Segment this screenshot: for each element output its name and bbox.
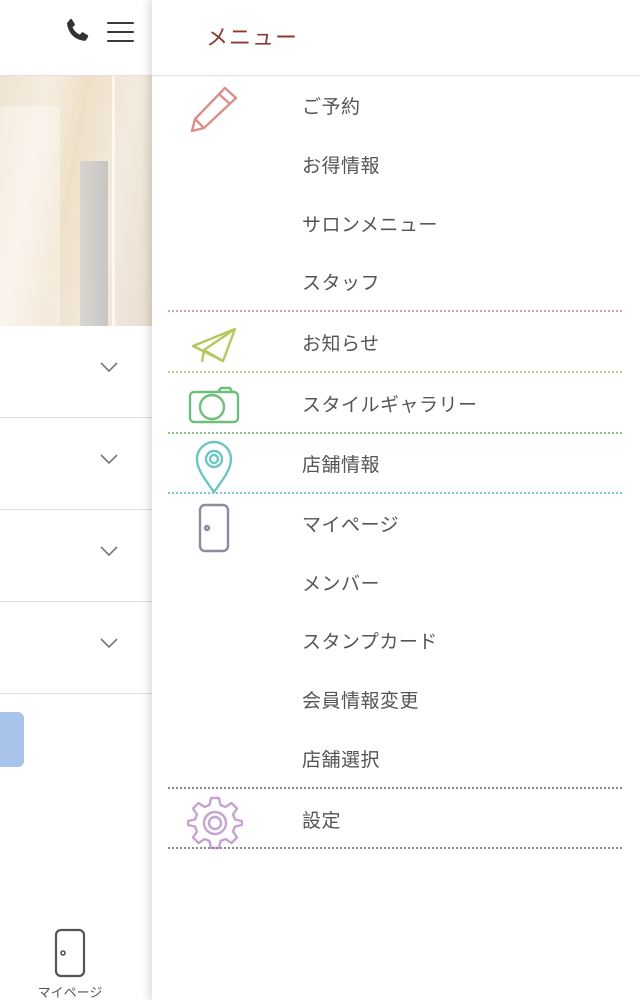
menu-item-label: メンバー xyxy=(302,573,381,595)
chevron-down-icon xyxy=(100,546,118,557)
menu-item-label: マイページ xyxy=(302,514,400,536)
chevron-down-icon xyxy=(100,454,118,465)
menu-item-style-gallery[interactable]: スタイルギャラリー xyxy=(152,380,640,424)
menu-item-label: サロンメニュー xyxy=(302,214,438,236)
divider xyxy=(168,492,622,494)
menu-item-salon-menu[interactable]: サロンメニュー xyxy=(152,200,640,244)
bottom-nav-mypage[interactable]: マイページ xyxy=(20,928,120,1000)
menu-item-member-info-change[interactable]: 会員情報変更 xyxy=(152,676,640,720)
accordion-row[interactable] xyxy=(0,326,152,418)
accordion-row[interactable] xyxy=(0,510,152,602)
bottom-nav-mypage-label: マイページ xyxy=(37,986,103,1000)
menu-item-label: お知らせ xyxy=(302,333,380,355)
menu-item-deals[interactable]: お得情報 xyxy=(152,141,640,185)
menu-item-label: 店舗選択 xyxy=(302,749,381,771)
action-button[interactable] xyxy=(0,712,24,767)
drawer-header: メニュー xyxy=(152,0,640,76)
menu-item-store-select[interactable]: 店舗選択 xyxy=(152,735,640,779)
chevron-down-icon xyxy=(100,362,118,373)
menu-item-label: スタンプカード xyxy=(302,631,438,653)
menu-item-label: 会員情報変更 xyxy=(302,690,420,712)
accordion-row[interactable] xyxy=(0,602,152,694)
hamburger-menu-icon[interactable] xyxy=(107,22,134,44)
side-menu-drawer: メニュー ご予約 お得情報 サロンメニュー スタッフ お知らせ スタイルギャラリ… xyxy=(152,0,640,1000)
menu-item-store-info[interactable]: 店舗情報 xyxy=(152,440,640,484)
menu-item-label: スタイルギャラリー xyxy=(302,394,478,416)
divider xyxy=(168,310,622,312)
phone-icon[interactable] xyxy=(62,16,92,46)
divider xyxy=(168,432,622,434)
menu-item-staff[interactable]: スタッフ xyxy=(152,258,640,302)
chevron-down-icon xyxy=(100,638,118,649)
menu-item-news[interactable]: お知らせ xyxy=(152,319,640,363)
background-page: マイページ xyxy=(0,0,152,1000)
door-icon xyxy=(54,928,86,978)
menu-item-label: お得情報 xyxy=(302,155,381,177)
divider xyxy=(168,371,622,373)
menu-item-stamp-card[interactable]: スタンプカード xyxy=(152,617,640,661)
hero-image xyxy=(0,76,152,351)
menu-item-reservation[interactable]: ご予約 xyxy=(152,82,640,126)
menu-item-label: 設定 xyxy=(302,810,342,832)
drawer-title: メニュー xyxy=(206,26,299,51)
menu-item-label: スタッフ xyxy=(302,272,381,294)
menu-item-label: ご予約 xyxy=(302,96,361,118)
divider xyxy=(168,787,622,789)
page-header xyxy=(0,0,152,76)
accordion-row[interactable] xyxy=(0,418,152,510)
menu-item-mypage[interactable]: マイページ xyxy=(152,500,640,544)
menu-item-label: 店舗情報 xyxy=(302,454,381,476)
menu-item-member[interactable]: メンバー xyxy=(152,559,640,603)
menu-item-settings[interactable]: 設定 xyxy=(152,796,640,840)
divider xyxy=(168,847,622,849)
